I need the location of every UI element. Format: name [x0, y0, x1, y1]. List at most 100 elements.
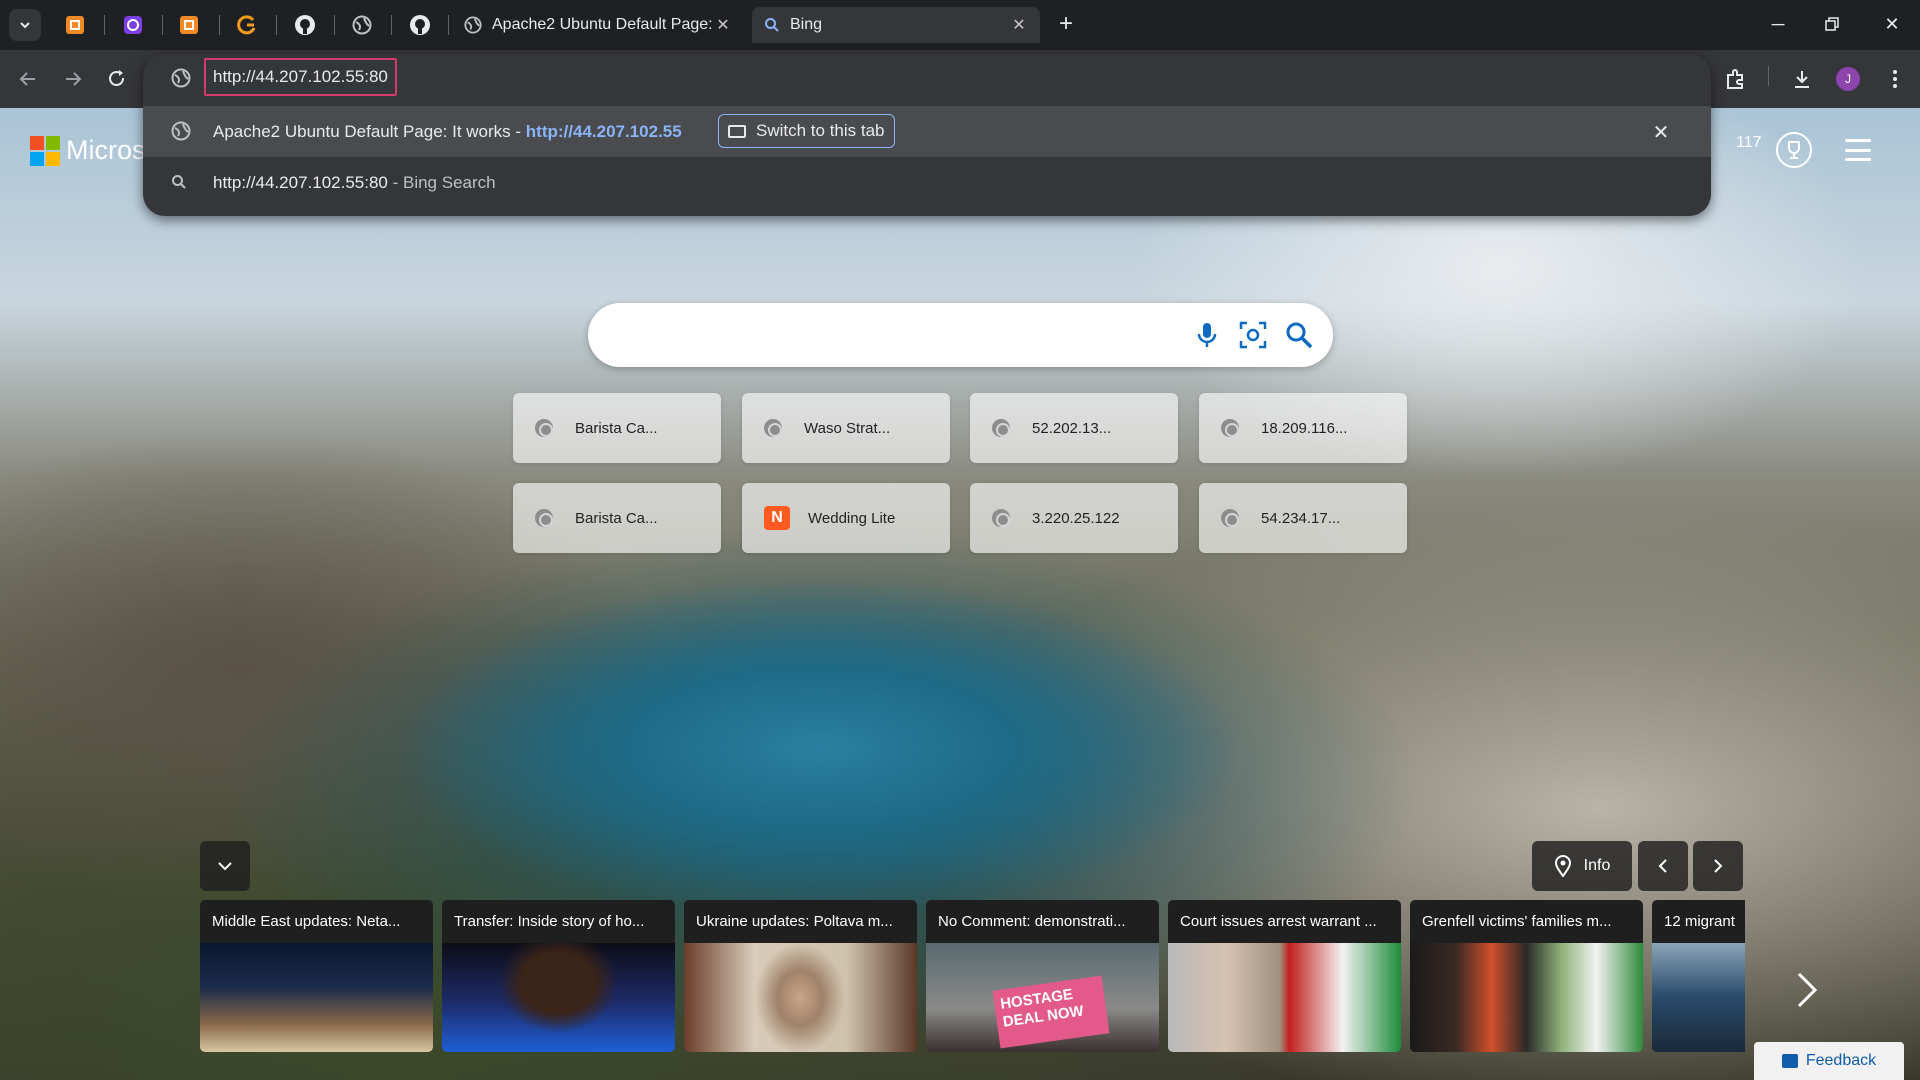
chevron-down-icon	[20, 22, 30, 29]
close-window-button[interactable]: ✕	[1872, 10, 1912, 38]
bing-search-box[interactable]	[588, 303, 1333, 367]
purple-app-icon	[124, 16, 142, 34]
quick-link[interactable]: Barista Ca...	[513, 483, 721, 553]
quick-link-label: 3.220.25.122	[1032, 509, 1120, 527]
reload-button[interactable]	[102, 64, 132, 94]
microsoft-logo[interactable]: Micros	[30, 135, 146, 166]
tab-search-button[interactable]	[9, 9, 41, 41]
news-card[interactable]: Ukraine updates: Poltava m...	[684, 900, 917, 1052]
rewards-trophy-icon[interactable]	[1776, 132, 1812, 168]
visual-search-icon[interactable]	[1238, 320, 1268, 350]
image-info-button[interactable]: Info	[1532, 841, 1632, 891]
globe-icon	[171, 121, 191, 141]
news-next-button[interactable]	[1793, 966, 1821, 1014]
news-title: Ukraine updates: Poltava m...	[696, 913, 893, 930]
tab-title: Apache2 Ubuntu Default Page: It works	[492, 16, 714, 33]
news-thumbnail	[684, 943, 917, 1052]
chevron-left-icon	[1658, 859, 1667, 873]
quick-link[interactable]: 3.220.25.122	[970, 483, 1178, 553]
quick-link-label: 52.202.13...	[1032, 419, 1112, 437]
orange-app-icon	[66, 16, 84, 34]
suggestion-query: http://44.207.102.55:80	[213, 173, 388, 192]
bing-homepage: Micros 117 Barista Ca... Waso Strat... 5…	[0, 108, 1920, 1080]
download-icon	[1795, 71, 1809, 88]
close-tab-icon[interactable]: ✕	[1010, 16, 1028, 34]
previous-image-button[interactable]	[1638, 841, 1688, 891]
pinned-tab-6[interactable]	[350, 13, 374, 37]
omnibox-suggestion-search[interactable]: http://44.207.102.55:80 - Bing Search	[143, 158, 1711, 208]
extensions-button[interactable]	[1721, 64, 1751, 94]
tab-bing[interactable]: Bing ✕	[752, 7, 1040, 43]
news-carousel: Middle East updates: Neta... Transfer: I…	[200, 900, 1745, 1052]
tab-apache[interactable]: Apache2 Ubuntu Default Page: It works ✕	[452, 7, 744, 43]
orange-app-icon	[180, 16, 198, 34]
suggestion-separator: -	[387, 173, 403, 192]
news-thumbnail	[1652, 943, 1745, 1052]
news-card[interactable]: Middle East updates: Neta...	[200, 900, 433, 1052]
tab-strip: Apache2 Ubuntu Default Page: It works ✕ …	[0, 0, 1920, 50]
profile-avatar[interactable]: J	[1836, 67, 1860, 91]
switch-to-tab-button[interactable]: Switch to this tab	[718, 114, 895, 148]
quick-link-label: Barista Ca...	[575, 419, 658, 437]
remove-suggestion-button[interactable]: ✕	[1649, 120, 1673, 144]
quick-link[interactable]: 54.234.17...	[1199, 483, 1407, 553]
next-image-button[interactable]	[1693, 841, 1743, 891]
pinned-tab-3[interactable]	[177, 13, 201, 37]
restore-button[interactable]	[1812, 10, 1852, 38]
tab-title: Bing	[790, 16, 823, 33]
globe-icon	[764, 419, 782, 437]
globe-icon	[535, 419, 553, 437]
chrome-menu-button[interactable]	[1880, 64, 1910, 94]
news-card[interactable]: 12 migrant	[1652, 900, 1745, 1052]
pinned-tab-1[interactable]	[63, 13, 87, 37]
puzzle-icon	[1727, 69, 1743, 89]
trophy-icon	[1788, 141, 1800, 159]
pinned-tab-7[interactable]	[408, 13, 432, 37]
pinned-tab-4[interactable]	[235, 13, 259, 37]
search-icon[interactable]	[1284, 320, 1314, 350]
close-tab-icon[interactable]: ✕	[714, 16, 732, 34]
arrow-left-icon	[19, 72, 35, 86]
news-card[interactable]: Court issues arrest warrant ...	[1168, 900, 1401, 1052]
feedback-button[interactable]: Feedback	[1754, 1042, 1904, 1080]
quick-link[interactable]: 18.209.116...	[1199, 393, 1407, 463]
back-button[interactable]	[13, 64, 43, 94]
chevron-down-icon	[218, 862, 232, 871]
globe-icon	[171, 68, 191, 88]
downloads-button[interactable]	[1787, 64, 1817, 94]
github-icon	[410, 15, 430, 35]
news-card[interactable]: Transfer: Inside story of ho...	[442, 900, 675, 1052]
rewards-points[interactable]: 117	[1736, 134, 1762, 152]
forward-button[interactable]	[58, 64, 88, 94]
omnibox-dropdown: http://44.207.102.55:80 Apache2 Ubuntu D…	[143, 54, 1711, 216]
microsoft-squares-icon	[30, 135, 60, 166]
protest-sign: HOSTAGE DEAL NOW	[992, 975, 1110, 1049]
news-title: Transfer: Inside story of ho...	[454, 913, 645, 930]
microphone-icon[interactable]	[1192, 320, 1222, 350]
news-thumbnail	[1168, 943, 1401, 1052]
pinned-tab-2[interactable]	[121, 13, 145, 37]
omnibox-suggestion-tab[interactable]: Apache2 Ubuntu Default Page: It works - …	[143, 106, 1711, 157]
minimize-button[interactable]: ─	[1758, 10, 1798, 38]
tab-separator	[162, 15, 163, 35]
suggestion-suffix: Bing Search	[402, 173, 496, 192]
news-card[interactable]: Grenfell victims' families m...	[1410, 900, 1643, 1052]
pinned-tab-5[interactable]	[293, 13, 317, 37]
news-card[interactable]: No Comment: demonstrati... HOSTAGE DEAL …	[926, 900, 1159, 1052]
toolbar-separator	[1768, 66, 1769, 86]
quick-link[interactable]: Waso Strat...	[742, 393, 950, 463]
chevron-right-icon	[1797, 972, 1818, 1008]
quick-link[interactable]: 52.202.13...	[970, 393, 1178, 463]
new-tab-button[interactable]: +	[1053, 10, 1079, 37]
news-thumbnail	[200, 943, 433, 1052]
news-title: No Comment: demonstrati...	[938, 913, 1126, 930]
collapse-news-button[interactable]	[200, 841, 250, 891]
reload-icon	[109, 70, 124, 86]
suggestion-title: Apache2 Ubuntu Default Page: It works	[213, 121, 511, 141]
hamburger-menu-icon[interactable]	[1845, 139, 1871, 161]
tab-separator	[219, 15, 220, 35]
quick-link[interactable]: Barista Ca...	[513, 393, 721, 463]
news-thumbnail	[1410, 943, 1643, 1052]
quick-link[interactable]: N Wedding Lite	[742, 483, 950, 553]
address-bar-input[interactable]: http://44.207.102.55:80	[204, 58, 397, 96]
